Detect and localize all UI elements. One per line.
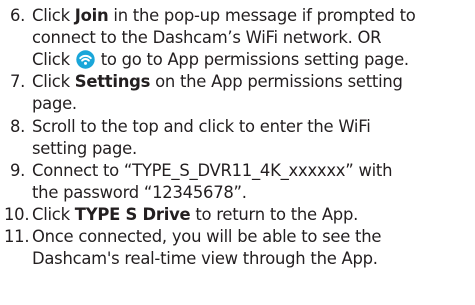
step-text-line: Click TYPE S Drive to return to the App.	[32, 205, 358, 225]
step-number: 9.	[10, 161, 26, 180]
step-text-line: Connect to “TYPE_S_DVR11_4K_xxxxxx” with	[32, 161, 393, 180]
step-text: Click	[32, 205, 75, 224]
step-text-line: connect to the Dashcam’s WiFi network. O…	[32, 28, 382, 47]
join-label: Join	[74, 6, 109, 25]
step-text: to go to App permissions setting page.	[95, 50, 409, 69]
step-text: Click	[32, 72, 75, 91]
step-text-line: Scroll to the top and click to enter the…	[32, 117, 371, 136]
step-number: 7.	[10, 72, 26, 91]
step-number: 6.	[10, 6, 26, 25]
wifi-settings-icon	[76, 50, 95, 69]
step-text: Click	[32, 50, 75, 69]
step-text-line: Click to go to App permissions setting p…	[32, 50, 409, 70]
step-number: 10.	[4, 205, 30, 224]
step-text: on the App permissions setting	[150, 72, 403, 91]
step-text-line: Once connected, you will be able to see …	[32, 227, 382, 246]
step-text-line: page.	[32, 94, 77, 113]
step-text-line: Dashcam's real-time view through the App…	[32, 249, 378, 268]
step-text-line: setting page.	[32, 139, 137, 158]
type-s-drive-label: TYPE S Drive	[74, 205, 191, 224]
instruction-list: 6. Click Join in the pop-up message if p…	[0, 0, 475, 305]
step-text-line: Click Settings on the App permissions se…	[32, 72, 403, 92]
step-text: in the pop-up message if prompted to	[108, 6, 416, 25]
step-text: Click	[32, 6, 75, 25]
settings-label: Settings	[74, 72, 151, 91]
step-number: 11.	[4, 227, 30, 246]
step-text-line: the password “12345678”.	[32, 183, 247, 202]
step-number: 8.	[10, 117, 26, 136]
step-text-line: Click Join in the pop-up message if prom…	[32, 6, 416, 26]
step-text: to return to the App.	[190, 205, 359, 224]
